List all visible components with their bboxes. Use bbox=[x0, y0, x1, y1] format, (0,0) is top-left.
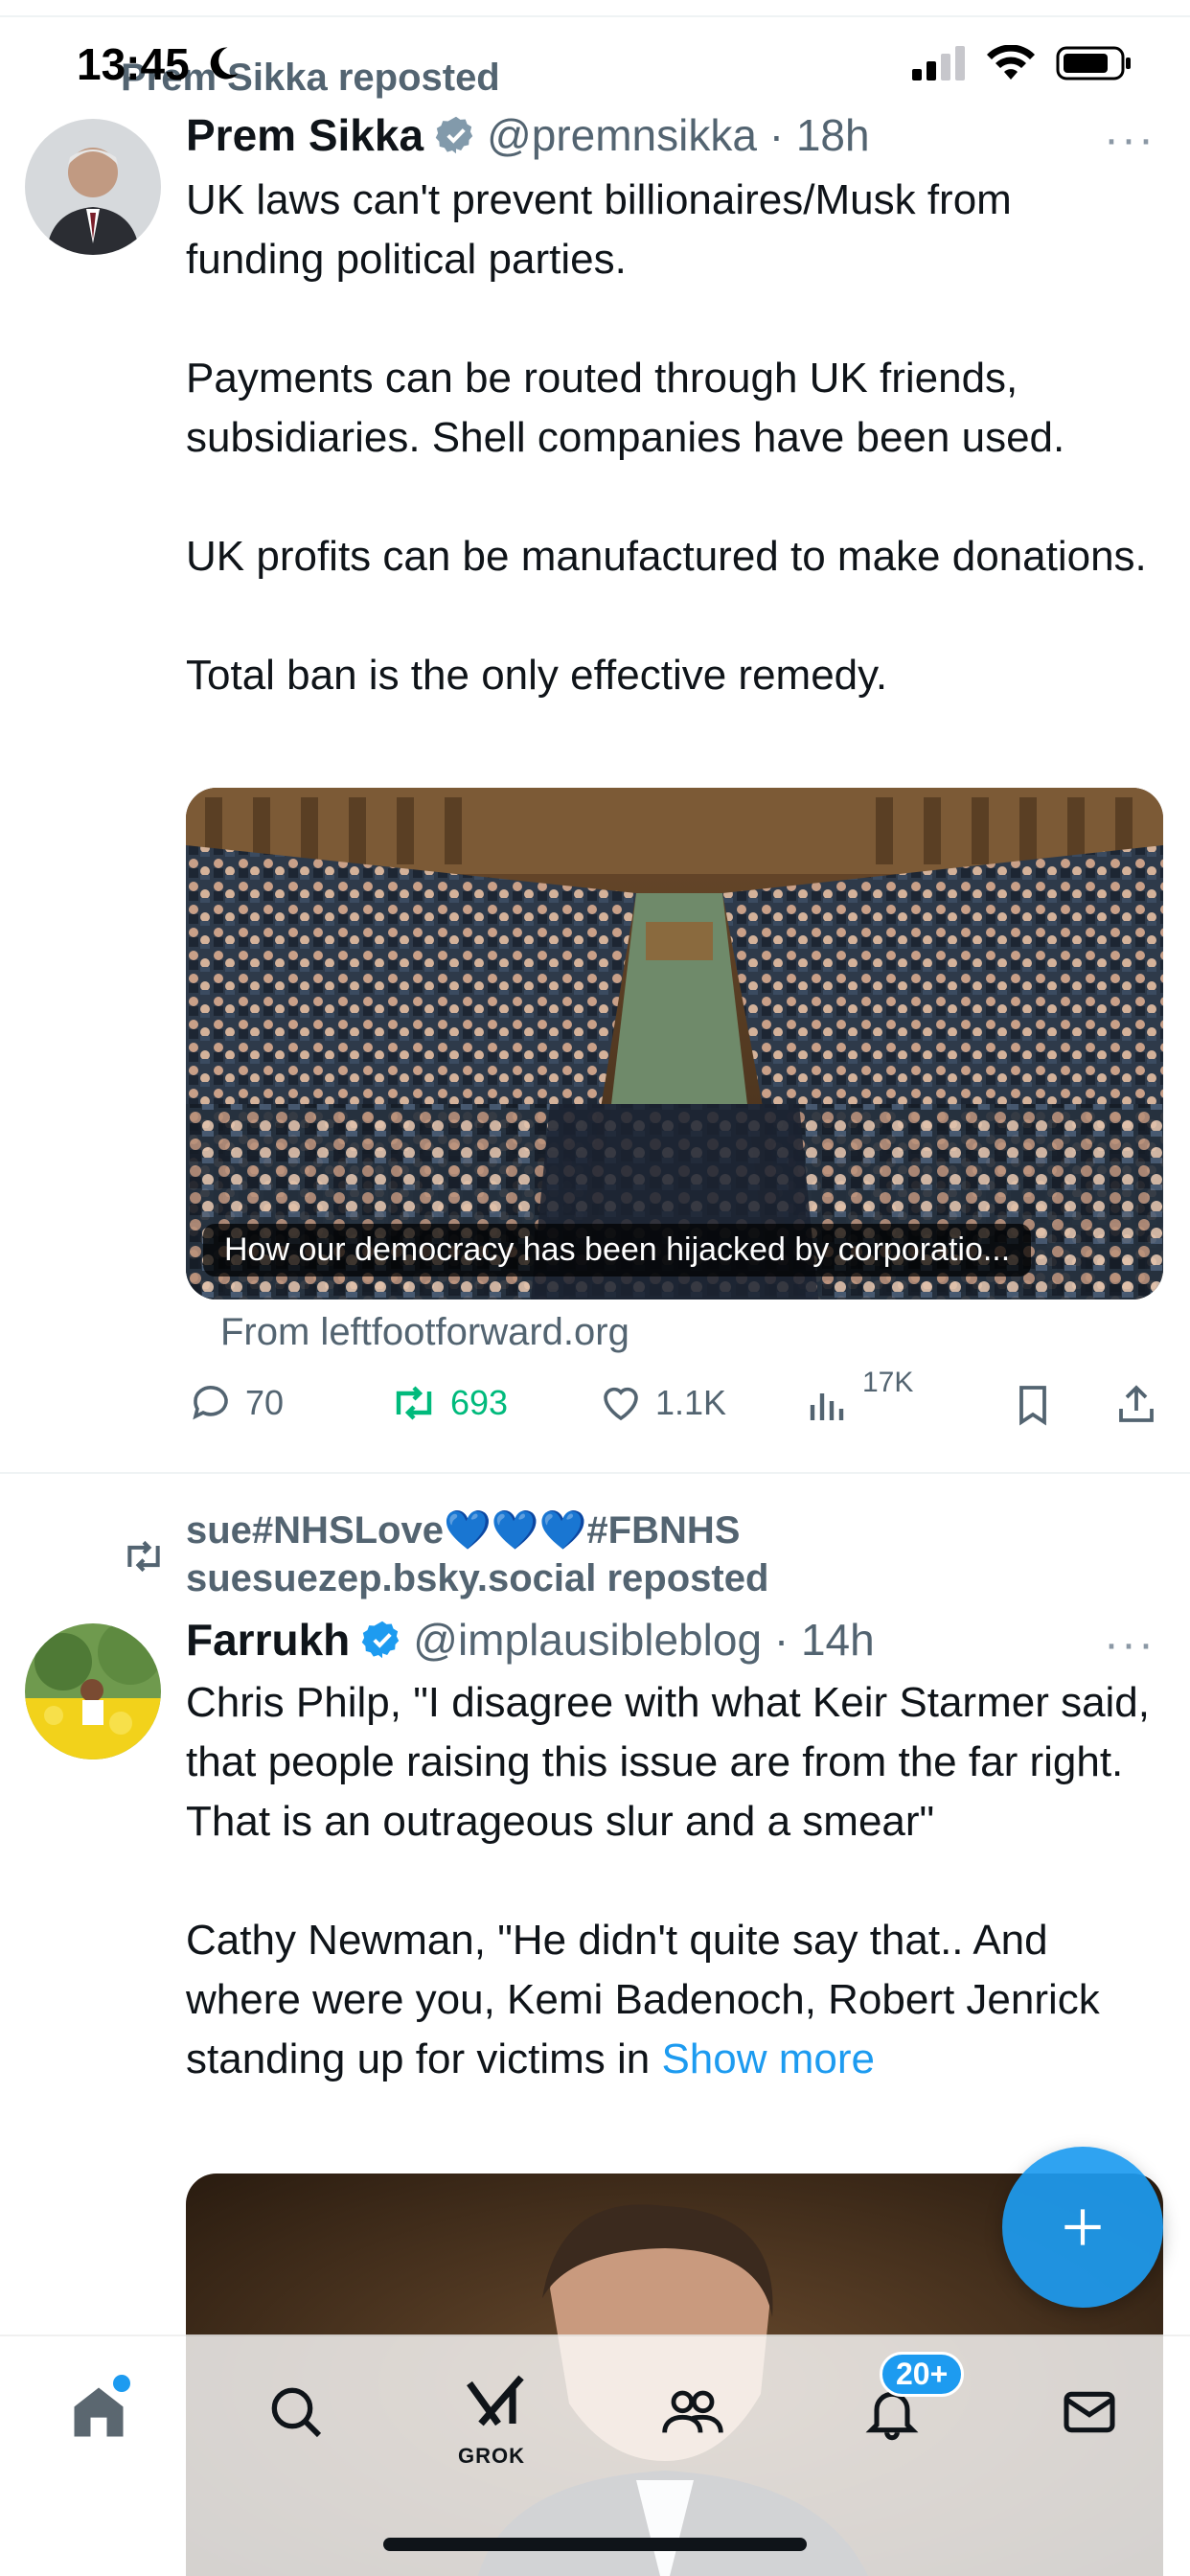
avatar-image bbox=[25, 119, 161, 255]
reply-icon bbox=[193, 1386, 228, 1420]
status-time: 13:45 bbox=[77, 39, 190, 89]
like-icon bbox=[604, 1387, 638, 1421]
compose-button[interactable] bbox=[1002, 2147, 1163, 2308]
author-handle[interactable]: @premnsikka bbox=[487, 109, 757, 161]
avatar[interactable] bbox=[25, 1623, 161, 1760]
author-name[interactable]: Farrukh bbox=[186, 1614, 350, 1666]
tweet-paragraph: Total ban is the only effective remedy. bbox=[186, 652, 888, 699]
more-icon[interactable]: ··· bbox=[1104, 1618, 1156, 1670]
views-icon bbox=[810, 1393, 844, 1420]
home-new-dot bbox=[113, 2375, 130, 2392]
tab-messages[interactable] bbox=[1046, 2369, 1133, 2455]
verified-icon bbox=[361, 1621, 400, 1659]
tweet-time[interactable]: 18h bbox=[796, 109, 870, 161]
share-icon[interactable] bbox=[1113, 1382, 1159, 1428]
parliament-photo bbox=[186, 788, 1163, 1300]
reply-button[interactable]: 70 bbox=[188, 1380, 284, 1426]
grok-icon bbox=[467, 2375, 524, 2426]
link-source[interactable]: From leftfootforward.org bbox=[220, 1311, 629, 1354]
like-count: 1.1K bbox=[655, 1383, 727, 1422]
status-bar: 13:45 bbox=[0, 0, 1190, 115]
communities-icon bbox=[662, 2390, 723, 2433]
show-more-link[interactable]: Show more bbox=[661, 2036, 875, 2082]
grok-label: GROK bbox=[458, 2444, 525, 2468]
tab-search[interactable] bbox=[253, 2369, 339, 2455]
notifications-badge: 20+ bbox=[880, 2352, 965, 2397]
more-icon[interactable]: ··· bbox=[1104, 113, 1156, 166]
separator-dot: · bbox=[762, 1615, 801, 1665]
bookmark-icon[interactable] bbox=[1010, 1382, 1056, 1428]
tweet-paragraph: UK profits can be manufactured to make d… bbox=[186, 533, 1147, 580]
tweet-paragraph: Cathy Newman, "He didn't quite say that.… bbox=[186, 1917, 1100, 2082]
tab-communities[interactable] bbox=[650, 2369, 736, 2455]
avatar-image bbox=[25, 1623, 161, 1760]
tweet-header: Farrukh @implausibleblog · 14h bbox=[186, 1614, 875, 1666]
home-indicator[interactable] bbox=[383, 2538, 807, 2551]
avatar[interactable] bbox=[25, 119, 161, 255]
repost-button[interactable]: 693 bbox=[389, 1380, 508, 1426]
like-button[interactable]: 1.1K bbox=[598, 1380, 726, 1426]
tab-grok[interactable] bbox=[452, 2358, 538, 2444]
author-name[interactable]: Prem Sikka bbox=[186, 109, 423, 161]
separator-dot: · bbox=[756, 110, 796, 160]
battery-icon bbox=[1056, 46, 1131, 80]
tweet-paragraph: UK laws can't prevent billionaires/Musk … bbox=[186, 176, 1012, 283]
tweet-paragraph: Payments can be routed through UK friend… bbox=[186, 355, 1065, 461]
search-icon bbox=[271, 2387, 322, 2438]
messages-icon bbox=[1064, 2391, 1115, 2433]
views-count: 17K bbox=[862, 1367, 914, 1398]
signal-icon bbox=[912, 46, 965, 80]
tweet-header: Prem Sikka @premnsikka · 18h bbox=[186, 109, 870, 161]
repost-icon bbox=[396, 1386, 432, 1420]
repost-icon bbox=[127, 1540, 160, 1573]
author-handle[interactable]: @implausibleblog bbox=[413, 1614, 762, 1666]
reply-count: 70 bbox=[245, 1383, 285, 1422]
repost-count: 693 bbox=[450, 1383, 509, 1422]
tweet-divider bbox=[0, 1472, 1190, 1474]
link-card-caption: How our democracy has been hijacked by c… bbox=[203, 1224, 1032, 1276]
tweet-text: UK laws can't prevent billionaires/Musk … bbox=[186, 171, 1154, 705]
repost-label: sue#NHSLove💙💙💙#FBNHS suesuezep.bsky.soci… bbox=[186, 1509, 769, 1599]
wifi-icon bbox=[987, 45, 1035, 80]
compose-icon bbox=[1064, 2209, 1101, 2245]
tweet-actions: 70 693 1.1K 17K bbox=[188, 1367, 1165, 1438]
verified-icon bbox=[435, 116, 473, 154]
views-button[interactable]: 17K bbox=[805, 1367, 913, 1428]
link-card-image[interactable]: How our democracy has been hijacked by c… bbox=[186, 788, 1163, 1300]
tweet-text: Chris Philp, "I disagree with what Keir … bbox=[186, 1673, 1154, 2089]
tweet-time[interactable]: 14h bbox=[801, 1614, 875, 1666]
status-indicators bbox=[912, 44, 1133, 82]
moon-icon bbox=[210, 47, 239, 80]
tweet-paragraph: Chris Philp, "I disagree with what Keir … bbox=[186, 1679, 1151, 1845]
